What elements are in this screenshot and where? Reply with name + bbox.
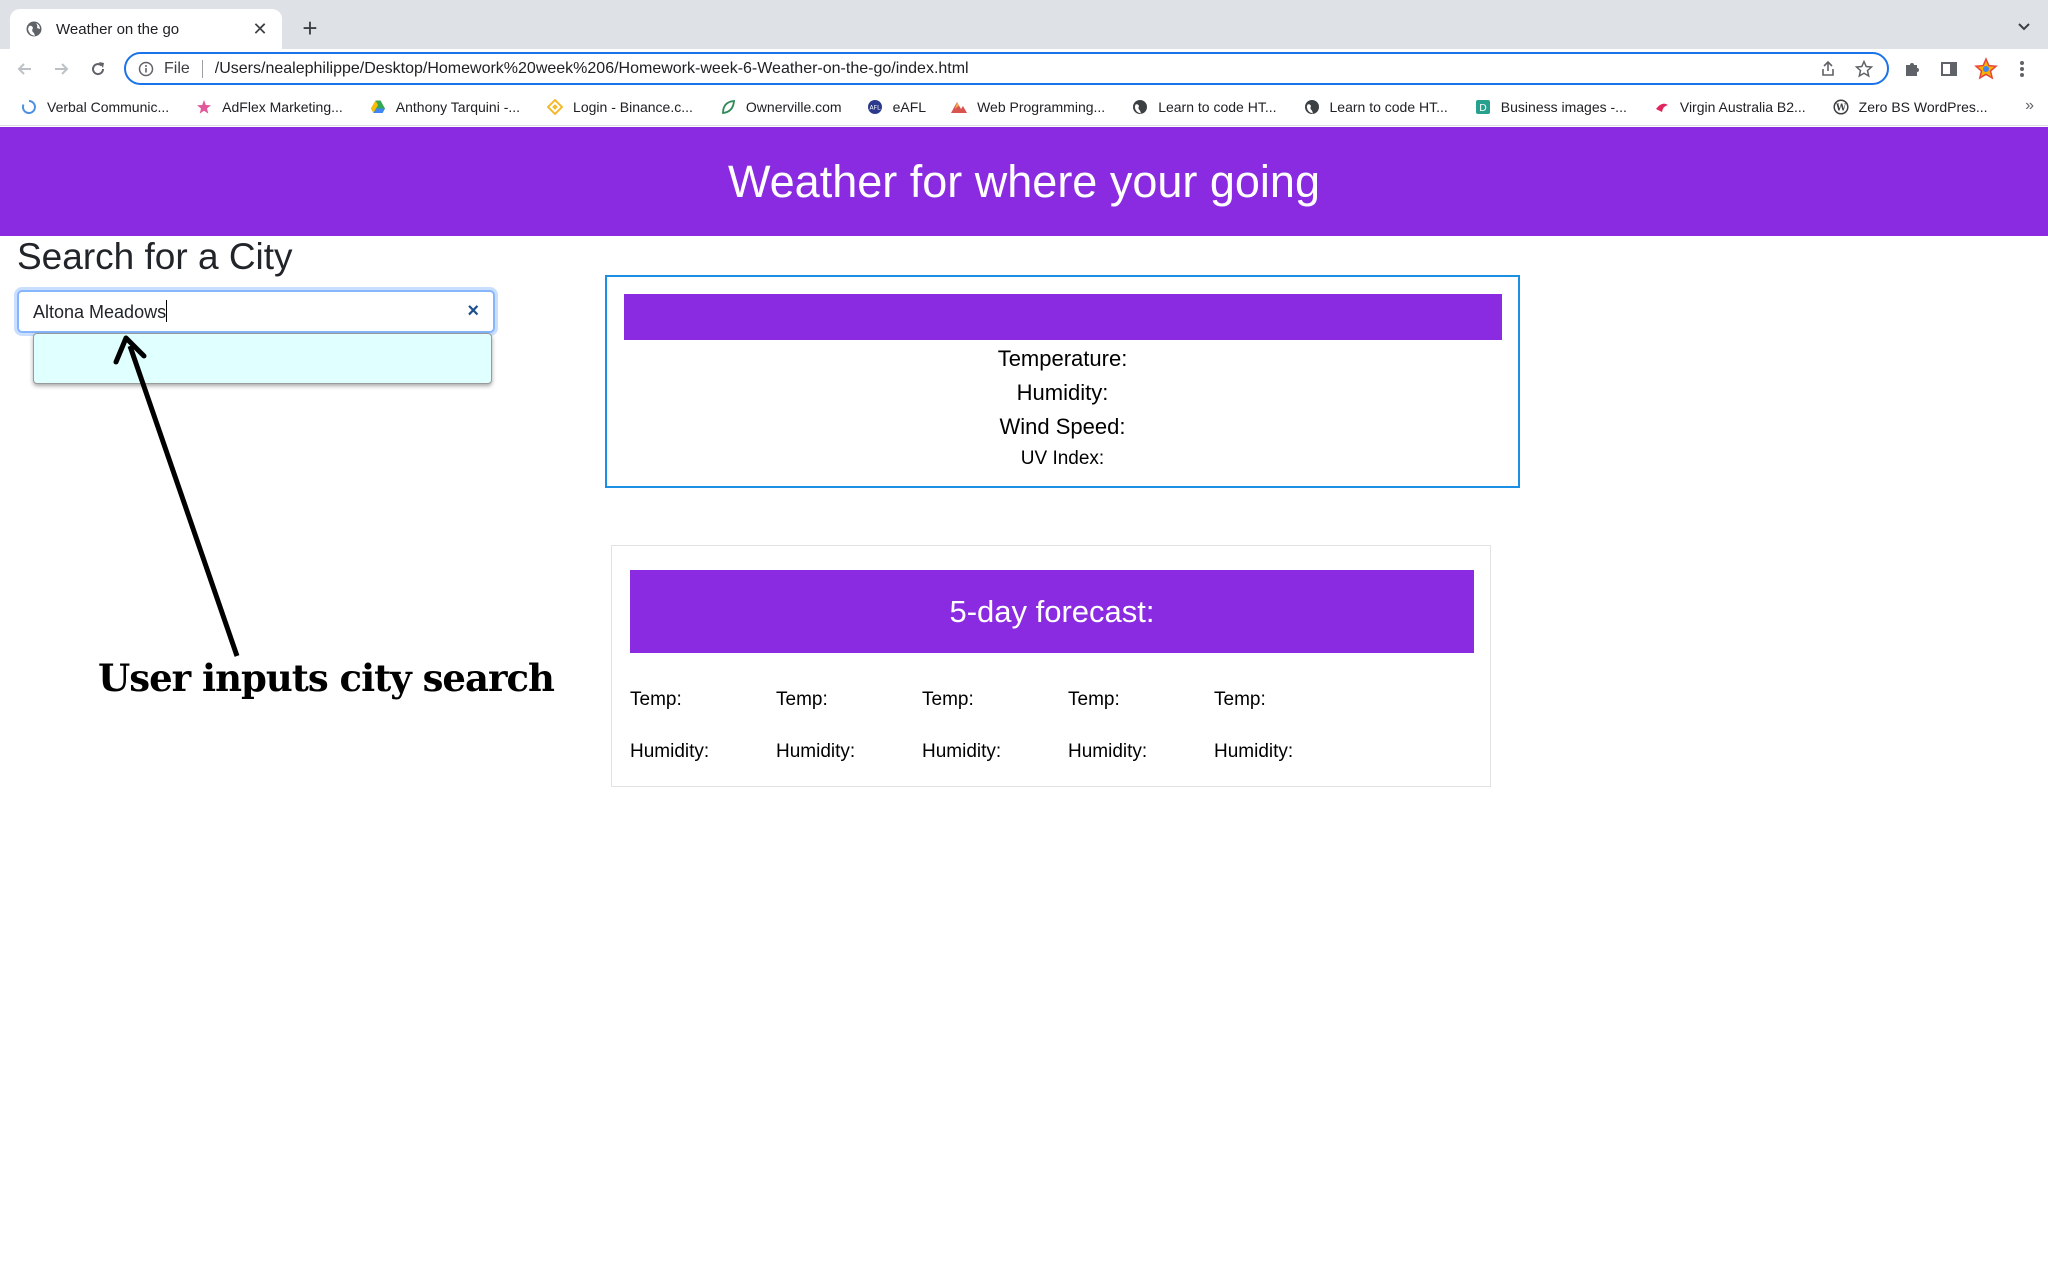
forecast-humidity: Humidity:: [776, 741, 856, 762]
bookmark-star-icon[interactable]: [1853, 58, 1875, 80]
forecast-day: Temp: Humidity:: [1068, 689, 1214, 763]
globe-icon: [1303, 98, 1321, 116]
wordpress-icon: W: [1832, 98, 1850, 116]
current-city-bar: [623, 294, 1502, 340]
more-vert-icon[interactable]: [2010, 57, 2034, 81]
bookmark-label: Learn to code HT...: [1158, 99, 1277, 115]
forecast-header: 5-day forecast:: [630, 570, 1474, 653]
bookmark-label: AdFlex Marketing...: [222, 99, 343, 115]
virgin-icon: [1653, 98, 1671, 116]
chevron-down-icon[interactable]: [2014, 16, 2034, 36]
side-panel-icon[interactable]: [1937, 57, 1961, 81]
loading-circle-icon: [20, 98, 38, 116]
forecast-card: 5-day forecast: Temp: Humidity: Temp: Hu…: [611, 545, 1491, 787]
afl-icon: AFL: [866, 98, 884, 116]
page-title: Weather for where your going: [728, 155, 1320, 207]
bookmark-label: Learn to code HT...: [1329, 99, 1448, 115]
tab-title: Weather on the go: [56, 20, 180, 38]
mountain-icon: [950, 98, 968, 116]
text-caret: [166, 300, 168, 322]
bookmark-item[interactable]: AdFlex Marketing...: [189, 93, 349, 121]
bookmark-item[interactable]: Verbal Communic...: [14, 93, 175, 121]
forecast-temp: Temp:: [776, 689, 828, 710]
share-icon[interactable]: [1817, 58, 1839, 80]
reload-icon[interactable]: [86, 57, 110, 81]
globe-icon: [24, 19, 44, 39]
forecast-day: Temp: Humidity:: [922, 689, 1068, 763]
bookmark-item[interactable]: Anthony Tarquini -...: [363, 93, 526, 121]
page-header: Weather for where your going: [0, 127, 2048, 236]
bookmark-item[interactable]: AFL eAFL: [860, 93, 932, 121]
temperature-label: Temperature:: [997, 346, 1128, 371]
forecast-day: Temp: Humidity:: [1214, 689, 1360, 763]
forecast-temp: Temp:: [1214, 689, 1266, 710]
bookmark-label: Anthony Tarquini -...: [395, 99, 521, 115]
forecast-humidity: Humidity:: [922, 741, 1002, 762]
bookmark-label: eAFL: [892, 99, 927, 115]
forecast-humidity: Humidity:: [1068, 741, 1148, 762]
city-search-input[interactable]: Altona Meadows ×: [17, 290, 495, 333]
address-url[interactable]: /Users/nealephilippe/Desktop/Homework%20…: [215, 60, 1803, 78]
star-badge-icon: [195, 98, 213, 116]
globe-icon: [1131, 98, 1149, 116]
new-tab-button[interactable]: +: [296, 13, 324, 43]
clear-search-icon[interactable]: ×: [467, 300, 479, 323]
tab-strip: Weather on the go ✕ +: [0, 0, 2048, 49]
bookmark-label: Zero BS WordPres...: [1858, 99, 1988, 115]
uv-index-label: UV Index:: [1020, 448, 1105, 469]
wind-speed-label: Wind Speed:: [999, 414, 1126, 439]
browser-toolbar: File /Users/nealephilippe/Desktop/Homewo…: [0, 49, 2048, 89]
bookmark-item[interactable]: Login - Binance.c...: [540, 93, 699, 121]
annotation-label: User inputs city search: [98, 656, 555, 700]
bookmark-item[interactable]: Learn to code HT...: [1297, 93, 1454, 121]
forecast-humidity: Humidity:: [630, 741, 710, 762]
bookmark-item[interactable]: Web Programming...: [944, 93, 1111, 121]
search-heading: Search for a City: [17, 236, 293, 277]
bookmark-item[interactable]: W Zero BS WordPres...: [1826, 93, 1994, 121]
profile-star-icon[interactable]: [1974, 57, 1998, 81]
bookmark-label: Web Programming...: [977, 99, 1106, 115]
forecast-humidity: Humidity:: [1214, 741, 1294, 762]
google-drive-icon: [369, 98, 387, 116]
bookmarks-overflow-icon[interactable]: »: [2025, 97, 2034, 115]
extensions-puzzle-icon[interactable]: [1900, 57, 1924, 81]
binance-icon: [546, 98, 564, 116]
current-weather-card: Temperature: Humidity: Wind Speed: UV In…: [605, 275, 1520, 488]
bookmark-item[interactable]: Learn to code HT...: [1125, 93, 1282, 121]
forecast-title: 5-day forecast:: [949, 593, 1155, 629]
bookmark-label: Ownerville.com: [745, 99, 842, 115]
bookmarks-bar: Verbal Communic... AdFlex Marketing... Ant…: [0, 89, 2048, 126]
leaf-icon: [719, 98, 737, 116]
address-scheme: File: [164, 59, 190, 77]
address-separator: [201, 59, 203, 78]
autocomplete-dropdown[interactable]: [33, 333, 492, 384]
close-tab-icon[interactable]: ✕: [250, 19, 270, 40]
humidity-label: Humidity:: [1016, 380, 1109, 405]
d-square-icon: D: [1474, 98, 1492, 116]
forward-arrow-icon[interactable]: [49, 57, 73, 81]
address-bar[interactable]: File /Users/nealephilippe/Desktop/Homewo…: [124, 52, 1889, 85]
search-input-value[interactable]: Altona Meadows: [33, 300, 467, 323]
bookmark-label: Verbal Communic...: [47, 99, 170, 115]
forecast-days: Temp: Humidity: Temp: Humidity: Temp: Hu…: [630, 689, 1473, 763]
forecast-day: Temp: Humidity:: [630, 689, 776, 763]
bookmark-item[interactable]: Ownerville.com: [713, 93, 848, 121]
svg-text:D: D: [1479, 103, 1487, 114]
bookmark-item[interactable]: D Business images -...: [1468, 93, 1633, 121]
forecast-day: Temp: Humidity:: [776, 689, 922, 763]
svg-text:W: W: [1835, 104, 1847, 114]
bookmark-item[interactable]: Virgin Australia B2...: [1647, 93, 1812, 121]
forecast-temp: Temp:: [1068, 689, 1120, 710]
forecast-temp: Temp:: [630, 689, 682, 710]
forecast-temp: Temp:: [922, 689, 974, 710]
browser-tab[interactable]: Weather on the go ✕: [10, 9, 282, 49]
bookmark-label: Business images -...: [1500, 99, 1627, 115]
back-arrow-icon[interactable]: [13, 57, 37, 81]
svg-text:AFL: AFL: [869, 105, 881, 112]
info-icon[interactable]: [138, 61, 154, 77]
bookmark-label: Login - Binance.c...: [573, 99, 693, 115]
bookmark-label: Virgin Australia B2...: [1679, 99, 1806, 115]
